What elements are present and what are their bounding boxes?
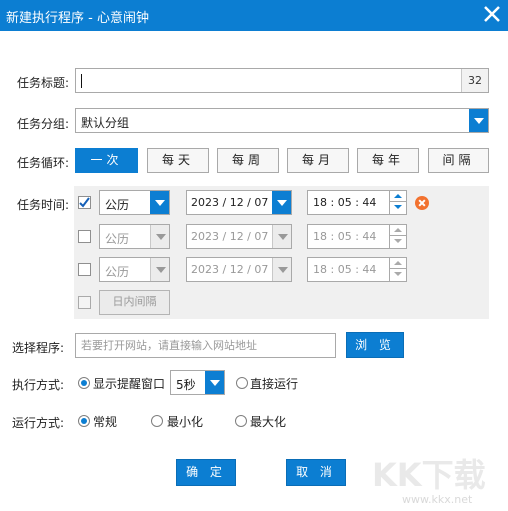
spin-up-icon[interactable]	[390, 225, 406, 236]
spin-down-icon[interactable]	[390, 269, 406, 280]
task-group-select[interactable]: 默认分组	[75, 108, 489, 133]
run-mode-label: 运行方式:	[12, 416, 65, 430]
task-time-label: 任务时间:	[17, 198, 70, 212]
cycle-daily-button[interactable]: 每天	[147, 148, 209, 173]
spin-up-icon[interactable]	[390, 258, 406, 269]
chevron-down-icon[interactable]	[272, 258, 291, 281]
calendar-value: 公历	[105, 265, 130, 279]
title-char-counter: 32	[461, 69, 488, 92]
title-bar: 新建执行程序 - 心意闹钟	[0, 0, 508, 31]
task-group-value: 默认分组	[81, 116, 130, 130]
time-spinner[interactable]	[389, 191, 406, 214]
exec-popup-option[interactable]: 显示提醒窗口	[93, 375, 165, 392]
watermark-logo-text: KK下载	[372, 456, 486, 494]
time-row-2-calendar-select[interactable]: 公历	[99, 224, 170, 249]
time-row-2-checkbox[interactable]	[78, 230, 91, 243]
cancel-button[interactable]: 取 消	[286, 459, 346, 486]
time-row-1-time-spinner[interactable]: 18 : 05 : 44	[307, 190, 407, 215]
time-row-2-time-spinner[interactable]: 18 : 05 : 44	[307, 224, 407, 249]
program-url-field[interactable]	[76, 334, 335, 357]
cycle-monthly-button[interactable]: 每月	[287, 148, 349, 173]
date-value: 2023 / 12 / 07	[191, 196, 269, 209]
cycle-yearly-button[interactable]: 每年	[357, 148, 419, 173]
chevron-down-icon[interactable]	[272, 225, 291, 248]
check-icon	[79, 197, 90, 208]
time-row-1-checkbox[interactable]	[78, 196, 91, 209]
run-normal-option[interactable]: 常规	[93, 413, 117, 430]
date-value: 2023 / 12 / 07	[191, 263, 269, 276]
close-icon[interactable]	[480, 2, 504, 28]
intraday-interval-button[interactable]: 日内间隔	[99, 290, 170, 315]
chevron-down-icon[interactable]	[150, 258, 169, 281]
ok-button[interactable]: 确 定	[176, 459, 236, 486]
task-group-label: 任务分组:	[17, 117, 70, 131]
time-spinner[interactable]	[389, 258, 406, 281]
interval-checkbox[interactable]	[78, 296, 91, 309]
chevron-down-icon[interactable]	[150, 191, 169, 214]
watermark-logo: KK下载 www.kkx.net	[372, 450, 506, 508]
watermark-url: www.kkx.net	[402, 493, 473, 506]
time-row-1-date-picker[interactable]: 2023 / 12 / 07	[186, 190, 292, 215]
time-value: 18 : 05 : 44	[313, 263, 377, 276]
task-title-label: 任务标题:	[17, 76, 70, 90]
time-row-3-time-spinner[interactable]: 18 : 05 : 44	[307, 257, 407, 282]
run-maximize-radio[interactable]	[235, 415, 247, 427]
run-minimize-option[interactable]: 最小化	[167, 413, 203, 430]
exec-popup-radio[interactable]	[78, 377, 90, 389]
task-title-input[interactable]: 32	[75, 68, 489, 93]
remove-time-icon[interactable]	[415, 196, 429, 210]
spin-down-icon[interactable]	[390, 236, 406, 247]
exec-direct-radio[interactable]	[236, 377, 248, 389]
time-row-3-checkbox[interactable]	[78, 263, 91, 276]
exec-mode-label: 执行方式:	[12, 378, 65, 392]
chevron-down-icon[interactable]	[150, 225, 169, 248]
time-row-3-calendar-select[interactable]: 公历	[99, 257, 170, 282]
time-row-3-date-picker[interactable]: 2023 / 12 / 07	[186, 257, 292, 282]
chevron-down-icon[interactable]	[469, 109, 488, 132]
program-url-input[interactable]	[75, 333, 336, 358]
spin-up-icon[interactable]	[390, 191, 406, 202]
cycle-once-button[interactable]: 一次	[75, 148, 138, 173]
time-row-1-calendar-select[interactable]: 公历	[99, 190, 170, 215]
cycle-weekly-button[interactable]: 每周	[217, 148, 279, 173]
run-normal-radio[interactable]	[78, 415, 90, 427]
chevron-down-icon[interactable]	[205, 371, 224, 394]
task-cycle-label: 任务循环:	[17, 156, 70, 170]
text-caret	[81, 74, 82, 88]
popup-delay-value: 5秒	[176, 378, 196, 392]
time-row-2-date-picker[interactable]: 2023 / 12 / 07	[186, 224, 292, 249]
date-value: 2023 / 12 / 07	[191, 230, 269, 243]
cycle-interval-button[interactable]: 间隔	[428, 148, 489, 173]
run-maximize-option[interactable]: 最大化	[250, 413, 286, 430]
time-spinner[interactable]	[389, 225, 406, 248]
spin-down-icon[interactable]	[390, 202, 406, 213]
popup-delay-select[interactable]: 5秒	[170, 370, 225, 395]
exec-direct-option[interactable]: 直接运行	[250, 375, 298, 392]
time-value: 18 : 05 : 44	[313, 230, 377, 243]
run-minimize-radio[interactable]	[151, 415, 163, 427]
select-program-label: 选择程序:	[12, 341, 65, 355]
browse-button[interactable]: 浏 览	[346, 332, 404, 358]
chevron-down-icon[interactable]	[272, 191, 291, 214]
window-title: 新建执行程序 - 心意闹钟	[6, 11, 149, 26]
calendar-value: 公历	[105, 198, 130, 212]
calendar-value: 公历	[105, 232, 130, 246]
time-value: 18 : 05 : 44	[313, 196, 377, 209]
